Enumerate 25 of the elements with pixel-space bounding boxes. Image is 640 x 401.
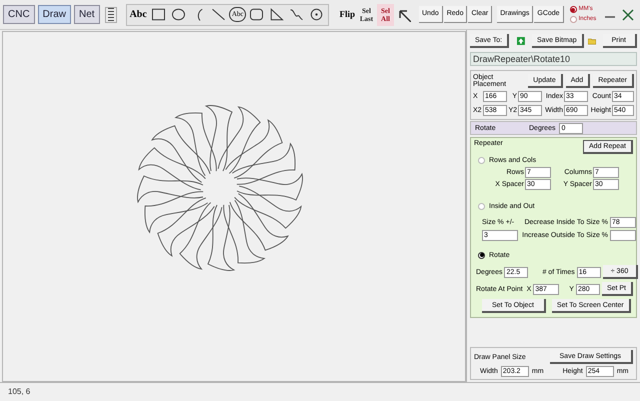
- target-icon[interactable]: [309, 7, 324, 22]
- ellipse-icon[interactable]: [170, 7, 186, 22]
- radio-button[interactable]: [478, 202, 485, 210]
- spiral-pattern-drawing[interactable]: [137, 105, 303, 271]
- triangle-icon[interactable]: [269, 7, 284, 22]
- radio-button[interactable]: [570, 6, 577, 13]
- tab[interactable]: CNC: [3, 5, 35, 24]
- close-icon[interactable]: [622, 8, 634, 20]
- radio-button[interactable]: [478, 156, 485, 164]
- input-field[interactable]: [610, 230, 636, 241]
- arrow-icon[interactable]: [397, 8, 411, 22]
- radio-button[interactable]: [478, 252, 485, 258]
- rounded-rectangle-icon[interactable]: [249, 7, 264, 22]
- tab[interactable]: Draw: [38, 5, 72, 24]
- curve-icon[interactable]: [289, 7, 304, 22]
- status-text: 105, 6: [8, 386, 30, 398]
- menu-icon[interactable]: [104, 6, 117, 22]
- rectangle-icon[interactable]: [150, 7, 166, 22]
- line-icon[interactable]: [210, 7, 226, 22]
- upload-icon[interactable]: [517, 35, 526, 47]
- tab[interactable]: Net: [74, 5, 100, 24]
- file-name-field[interactable]: DrawRepeater\Rotate10: [470, 52, 637, 66]
- radio-button[interactable]: [570, 16, 577, 23]
- flip-button[interactable]: Flip: [338, 4, 356, 24]
- text-tool-button[interactable]: Abc: [128, 6, 148, 24]
